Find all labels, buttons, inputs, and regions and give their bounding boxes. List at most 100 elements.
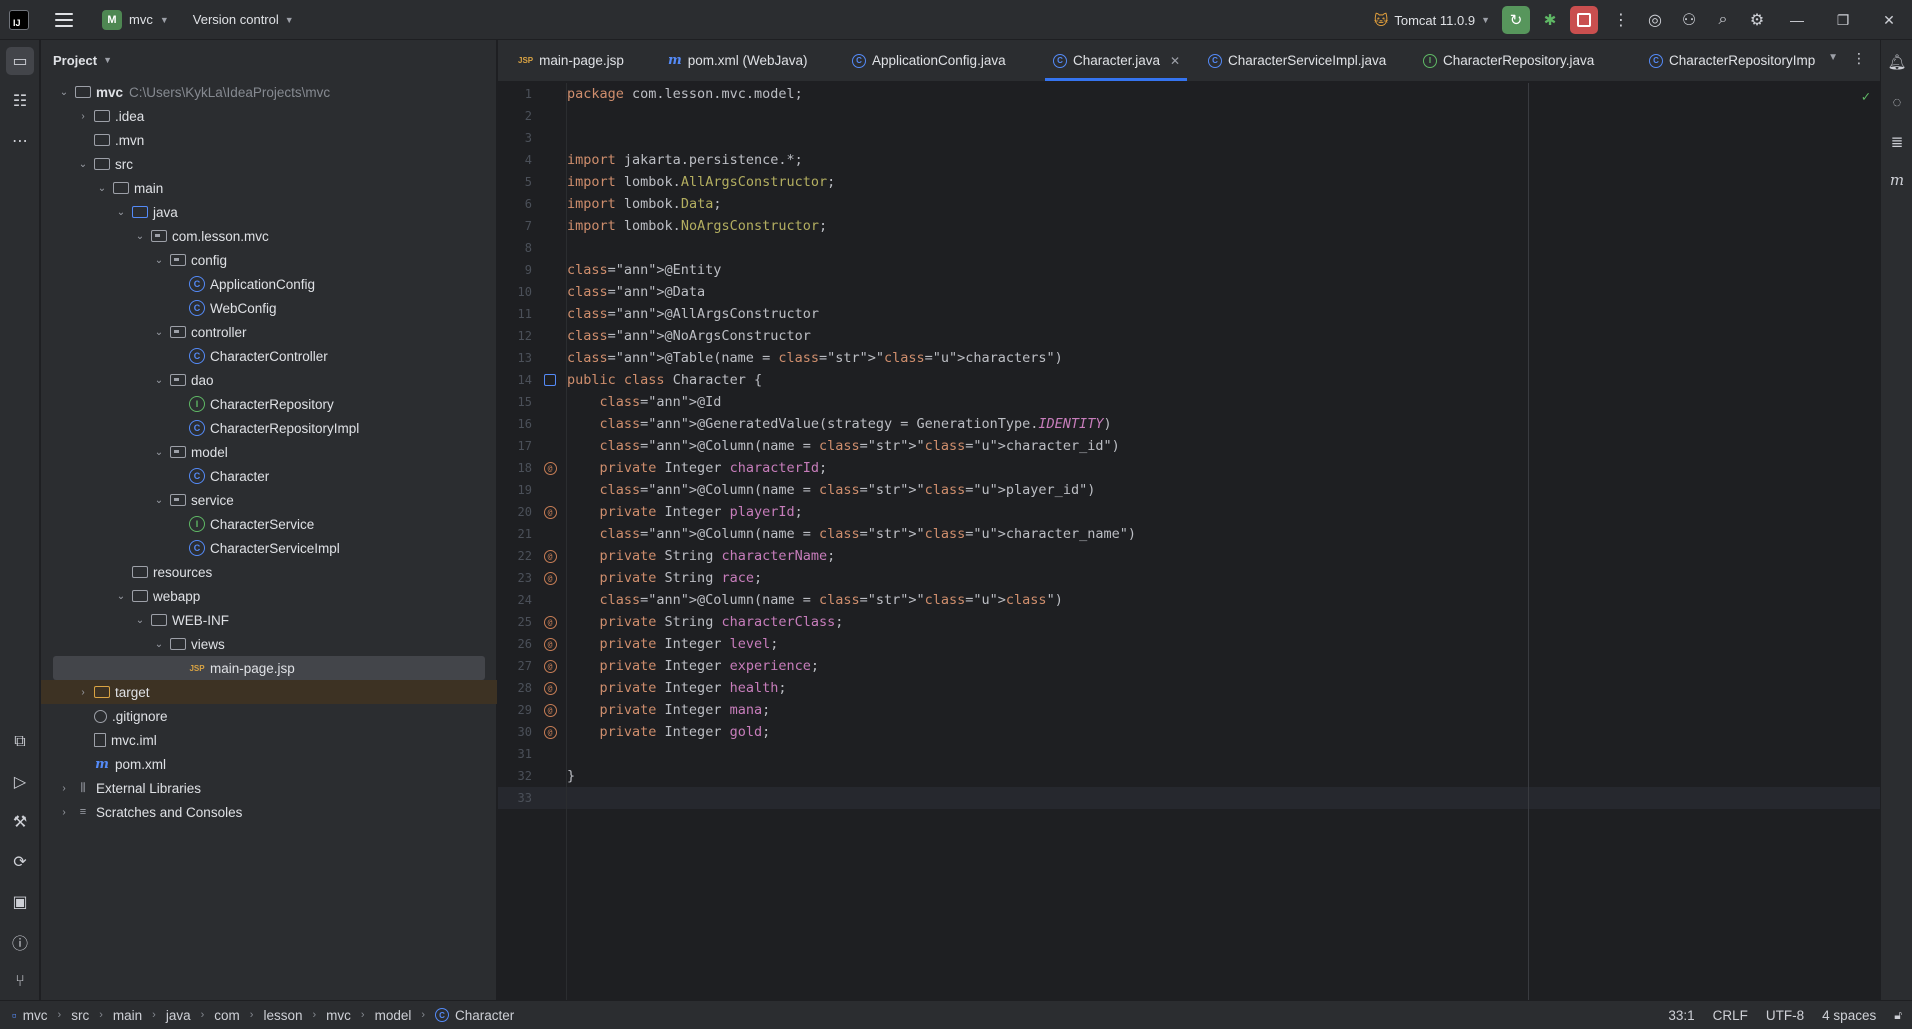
code-line[interactable]: 12 class="ann">@NoArgsConstructor [498,325,1880,347]
code-line[interactable]: 14 public class Character { [498,369,1880,391]
stop-button[interactable] [1570,6,1598,34]
more-tools-icon[interactable]: ⋯ [6,127,34,155]
maven-icon[interactable]: m [1885,168,1909,192]
gutter-marker[interactable]: @ [532,461,568,475]
tab-close-icon[interactable]: ✕ [1170,54,1180,68]
gutter-marker[interactable]: @ [532,615,568,629]
editor-tab[interactable]: m pom.xml (WebJava) [660,40,824,81]
code-line[interactable]: 26 @ private Integer level; [498,633,1880,655]
build-hammer-icon[interactable]: ⚒ [6,808,34,836]
code-line[interactable]: 31 [498,743,1880,765]
code-line[interactable]: 5 import lombok.AllArgsConstructor; [498,171,1880,193]
editor-tab[interactable]: JSP main-page.jsp [510,40,640,81]
code-line[interactable]: 22 @ private String characterName; [498,545,1880,567]
breadcrumb-item[interactable]: com [214,1008,240,1023]
editor-tab[interactable]: I CharacterRepository.java [1415,40,1621,81]
gutter-marker[interactable] [532,374,568,386]
tree-item[interactable]: ⌄ main [41,176,497,200]
code-line[interactable]: 21 class="ann">@Column(name = class="str… [498,523,1880,545]
code-line[interactable]: 16 class="ann">@GeneratedValue(strategy … [498,413,1880,435]
breadcrumb-item[interactable]: mvc [326,1008,351,1023]
services-running-icon[interactable]: ⟳ [6,848,34,876]
code-line[interactable]: 29 @ private Integer mana; [498,699,1880,721]
editor-tab[interactable]: C CharacterServiceImpl.java [1200,40,1395,81]
terminal-icon[interactable]: ▣ [6,888,34,916]
expand-chevron-down-icon[interactable]: ⌄ [152,375,166,386]
version-control-menu[interactable]: Version control ▼ [193,12,294,27]
problems-icon[interactable]: ⓘ [6,928,34,956]
breadcrumb-item[interactable]: mvc [23,1008,48,1023]
tree-item[interactable]: JSP main-page.jsp [53,656,485,680]
tree-item[interactable]: › ≡ Scratches and Consoles [41,800,497,824]
minimize-button[interactable]: — [1774,0,1820,40]
indent-setting[interactable]: 4 spaces [1822,1008,1876,1023]
breadcrumb-item[interactable]: main [113,1008,142,1023]
database-icon[interactable]: ≣ [1885,130,1909,154]
tree-item[interactable]: mvc.iml [41,728,497,752]
expand-chevron-down-icon[interactable]: ⌄ [152,639,166,650]
code-line[interactable]: 8 [498,237,1880,259]
git-branch-icon[interactable]: ⑂ [6,968,34,996]
tree-item[interactable]: I CharacterService [41,512,497,536]
tree-item[interactable]: ⌄ WEB-INF [41,608,497,632]
tree-item[interactable]: ⌄ views [41,632,497,656]
editor-tab[interactable]: C Character.java ✕ [1045,40,1187,81]
breadcrumb-item[interactable]: model [375,1008,412,1023]
tree-item[interactable]: ⌄ java [41,200,497,224]
breadcrumb-item[interactable]: java [166,1008,191,1023]
tree-item[interactable]: ⌄ src [41,152,497,176]
gutter-marker[interactable]: @ [532,725,568,739]
structure-tool-icon[interactable]: ☷ [6,87,34,115]
expand-chevron-down-icon[interactable]: ⌄ [133,231,147,242]
code-line[interactable]: 20 @ private Integer playerId; [498,501,1880,523]
collapse-chevron-right-icon[interactable]: › [76,111,90,122]
debug-button[interactable]: ✱ [1536,6,1564,34]
tree-item[interactable]: › ⫼ External Libraries [41,776,497,800]
expand-chevron-down-icon[interactable]: ⌄ [152,447,166,458]
code-line[interactable]: 2 [498,105,1880,127]
code-line[interactable]: 28 @ private Integer health; [498,677,1880,699]
expand-chevron-down-icon[interactable]: ⌄ [76,159,90,170]
expand-chevron-down-icon[interactable]: ⌄ [152,255,166,266]
code-line[interactable]: 7 import lombok.NoArgsConstructor; [498,215,1880,237]
code-line[interactable]: 19 class="ann">@Column(name = class="str… [498,479,1880,501]
tree-item[interactable]: ⌄ webapp [41,584,497,608]
breadcrumb-item[interactable]: Character [455,1008,514,1023]
file-encoding[interactable]: UTF-8 [1766,1008,1804,1023]
code-line[interactable]: 6 import lombok.Data; [498,193,1880,215]
tree-item[interactable]: ⌄ model [41,440,497,464]
run-tool-icon[interactable]: ▷ [6,768,34,796]
collapse-chevron-right-icon[interactable]: › [76,687,90,698]
tree-item[interactable]: C CharacterController [41,344,497,368]
tree-item[interactable]: C CharacterServiceImpl [41,536,497,560]
code-line[interactable]: 33 [498,787,1880,809]
expand-chevron-down-icon[interactable]: ⌄ [114,207,128,218]
collapse-chevron-right-icon[interactable]: › [57,807,71,818]
run-configuration-selector[interactable]: 🐱 Tomcat 11.0.9 ▼ [1374,12,1490,29]
tree-item[interactable]: .gitignore [41,704,497,728]
tabs-more-vertical-icon[interactable]: ⋮ [1852,50,1866,67]
tree-item[interactable]: C Character [41,464,497,488]
gutter-marker[interactable]: @ [532,637,568,651]
read-only-lock-icon[interactable]: 🔓︎ [1894,1008,1902,1023]
tree-item[interactable]: ⌄ controller [41,320,497,344]
expand-chevron-down-icon[interactable]: ⌄ [152,495,166,506]
expand-chevron-down-icon[interactable]: ⌄ [95,183,109,194]
tree-item[interactable]: C ApplicationConfig [41,272,497,296]
caret-position[interactable]: 33:1 [1668,1008,1694,1023]
breadcrumb-item[interactable]: lesson [263,1008,302,1023]
hamburger-menu-icon[interactable] [55,12,73,27]
services-tool-icon[interactable]: ⧉ [6,728,34,756]
code-line[interactable]: 15 class="ann">@Id [498,391,1880,413]
code-line[interactable]: 10 class="ann">@Data [498,281,1880,303]
code-line[interactable]: 17 class="ann">@Column(name = class="str… [498,435,1880,457]
gutter-marker[interactable]: @ [532,703,568,717]
settings-gear-icon[interactable]: ⚙ [1740,5,1774,35]
project-tool-folder-icon[interactable]: ▭ [6,47,34,75]
code-line[interactable]: 32} [498,765,1880,787]
notifications-bell-icon[interactable]: 🔔︎ [1885,50,1909,74]
code-line[interactable]: 18 @ private Integer characterId; [498,457,1880,479]
breadcrumb-item[interactable]: src [71,1008,89,1023]
code-line[interactable]: 4 import jakarta.persistence.*; [498,149,1880,171]
tabs-dropdown-chevron-icon[interactable]: ▼ [1828,52,1838,63]
